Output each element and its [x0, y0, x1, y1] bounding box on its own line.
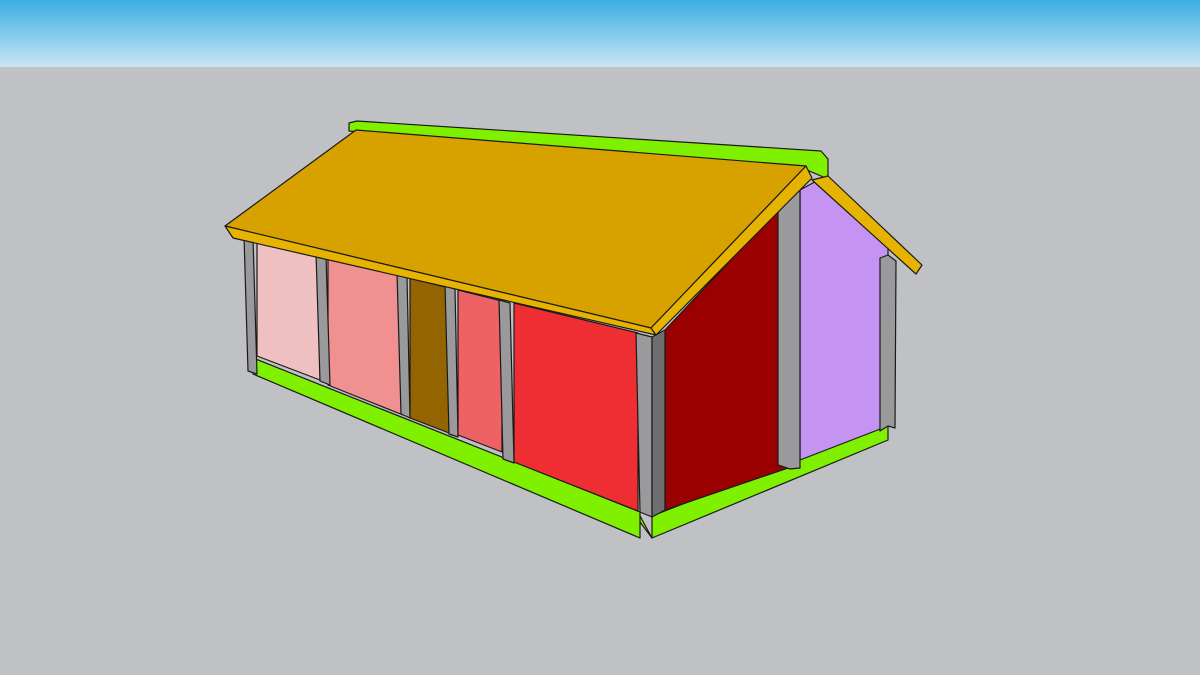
corner-post-front-side[interactable]	[651, 329, 666, 518]
wall-panel-1[interactable]	[256, 240, 321, 381]
door-panel[interactable]	[409, 277, 450, 434]
3d-modeling-viewport[interactable]	[0, 0, 1200, 675]
corner-post-back[interactable]	[879, 254, 897, 432]
wall-panel-2[interactable]	[327, 256, 404, 416]
ridge-post[interactable]	[777, 187, 801, 470]
shed-model[interactable]	[0, 0, 1200, 675]
corner-post-left[interactable]	[243, 235, 258, 375]
wall-panel-3[interactable]	[457, 289, 503, 453]
